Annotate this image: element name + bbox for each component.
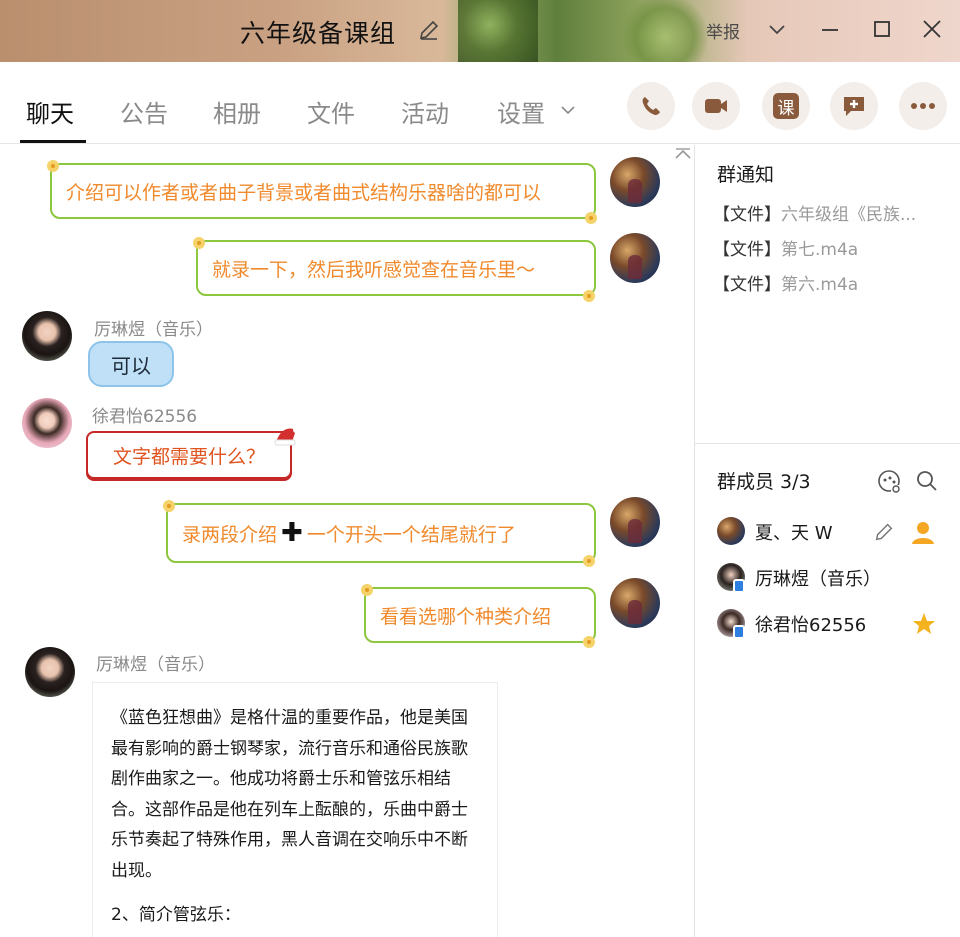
more-button[interactable] xyxy=(899,82,947,130)
member-name: 徐君怡62556 xyxy=(755,615,867,636)
flower-decoration-icon xyxy=(47,160,59,172)
tab-album[interactable]: 相册 xyxy=(213,94,261,129)
collapse-chevron-icon[interactable] xyxy=(674,148,692,160)
add-message-button[interactable] xyxy=(830,82,878,130)
member-name: 厉琳煜（音乐） xyxy=(755,569,881,590)
tab-chat[interactable]: 聊天 xyxy=(26,94,74,129)
self-avatar[interactable] xyxy=(610,233,660,283)
title-background-leaves xyxy=(620,0,710,62)
edit-title-icon[interactable] xyxy=(417,18,441,42)
tab-bar: 聊天 公告 相册 文件 活动 设置 课 xyxy=(0,62,960,144)
notice-tag: 【文件】 xyxy=(713,205,781,225)
video-camera-icon xyxy=(705,99,727,113)
member-row[interactable]: 徐君怡62556 xyxy=(715,607,955,641)
search-icon[interactable] xyxy=(915,469,939,493)
mobile-device-icon xyxy=(733,579,745,593)
flower-decoration-icon xyxy=(163,500,175,512)
self-avatar[interactable] xyxy=(610,497,660,547)
voice-call-button[interactable] xyxy=(627,82,675,130)
santa-hat-icon xyxy=(274,427,299,446)
chat-message-list[interactable]: 介绍可以作者或者曲子背景或者曲式结构乐器啥的都可以 就录一下，然后我听感觉查在音… xyxy=(0,145,694,937)
sender-avatar[interactable] xyxy=(22,311,72,361)
message-text: 看看选哪个种类介绍 xyxy=(380,605,552,628)
mobile-device-icon xyxy=(733,625,745,639)
minimize-button[interactable] xyxy=(815,14,845,44)
notice-file-name: 六年级组《民族... xyxy=(781,205,917,225)
title-background-photo xyxy=(458,0,538,62)
sender-avatar[interactable] xyxy=(22,398,72,448)
group-notice-heading[interactable]: 群通知 xyxy=(717,160,774,187)
flower-decoration-icon xyxy=(193,237,205,249)
message-bubble[interactable]: 文字都需要什么？ xyxy=(86,431,292,479)
message-paragraph: 《蓝色狂想曲》是格什温的重要作品，他是美国最有影响的爵士钢琴家，流行音乐和通俗民… xyxy=(111,708,468,881)
admin-star-icon xyxy=(913,613,935,634)
message-text: 可以 xyxy=(111,353,151,378)
flower-decoration-icon xyxy=(585,212,597,224)
notice-item[interactable]: 【文件】第七.m4a xyxy=(713,235,943,260)
message-bubble[interactable]: 看看选哪个种类介绍 xyxy=(364,587,596,643)
group-owner-icon xyxy=(912,522,934,544)
flower-decoration-icon xyxy=(583,636,595,648)
class-button[interactable]: 课 xyxy=(762,82,810,130)
chat-plus-icon xyxy=(844,97,864,116)
sender-name: 厉琳煜（音乐） xyxy=(94,320,213,340)
tab-files[interactable]: 文件 xyxy=(307,94,355,129)
long-text-message-card[interactable]: 《蓝色狂想曲》是格什温的重要作品，他是美国最有影响的爵士钢琴家，流行音乐和通俗民… xyxy=(92,682,498,937)
section-divider xyxy=(695,443,960,444)
message-bubble[interactable]: 可以 xyxy=(88,341,174,387)
flower-decoration-icon xyxy=(583,555,595,567)
member-avatar xyxy=(717,517,745,545)
edit-icon[interactable] xyxy=(873,521,895,543)
message-bubble[interactable]: 录两段介绍 ✚ 一个开头一个结尾就行了 xyxy=(166,503,596,563)
active-tab-indicator xyxy=(20,140,86,143)
sender-name: 厉琳煜（音乐） xyxy=(96,655,215,675)
sender-name: 徐君怡62556 xyxy=(92,407,198,427)
message-text: 就录一下，然后我听感觉查在音乐里～ xyxy=(212,258,536,281)
flower-decoration-icon xyxy=(361,584,373,596)
self-avatar[interactable] xyxy=(610,157,660,207)
message-bubble[interactable]: 就录一下，然后我听感觉查在音乐里～ xyxy=(196,240,596,296)
group-side-panel: 群通知 【文件】六年级组《民族... 【文件】第七.m4a 【文件】第六.m4a… xyxy=(695,145,960,937)
member-settings-icon[interactable] xyxy=(877,469,903,495)
message-text: 一个开头一个结尾就行了 xyxy=(306,523,516,546)
plus-emoji-icon: ✚ xyxy=(281,518,303,548)
class-icon: 课 xyxy=(773,93,799,119)
message-text: 介绍可以作者或者曲子背景或者曲式结构乐器啥的都可以 xyxy=(66,181,542,204)
title-bar: 六年级备课组 举报 xyxy=(0,0,960,62)
member-row[interactable]: 厉琳煜（音乐） xyxy=(715,561,955,595)
chevron-down-icon[interactable] xyxy=(558,100,578,120)
notice-item[interactable]: 【文件】第六.m4a xyxy=(713,270,943,295)
notice-item[interactable]: 【文件】六年级组《民族... xyxy=(713,200,943,225)
tab-announcements[interactable]: 公告 xyxy=(120,94,168,129)
message-text: 录两段介绍 xyxy=(182,523,278,546)
message-paragraph: 2、简介管弦乐： xyxy=(111,905,241,925)
phone-icon xyxy=(642,97,660,115)
sender-avatar[interactable] xyxy=(25,647,75,697)
notice-tag: 【文件】 xyxy=(713,240,781,260)
more-dots-icon xyxy=(911,103,935,109)
member-name: 夏、天 W xyxy=(755,523,833,544)
flower-decoration-icon xyxy=(583,290,595,302)
video-call-button[interactable] xyxy=(692,82,740,130)
notice-file-name: 第七.m4a xyxy=(781,240,859,260)
notice-tag: 【文件】 xyxy=(713,275,781,295)
notice-file-name: 第六.m4a xyxy=(781,275,859,295)
tab-settings[interactable]: 设置 xyxy=(497,94,545,129)
close-button[interactable] xyxy=(917,14,947,44)
message-bubble[interactable]: 介绍可以作者或者曲子背景或者曲式结构乐器啥的都可以 xyxy=(50,163,596,219)
chevron-down-icon[interactable] xyxy=(766,18,788,40)
tab-activities[interactable]: 活动 xyxy=(401,94,449,129)
group-title: 六年级备课组 xyxy=(240,19,397,48)
message-text: 文字都需要什么？ xyxy=(112,445,265,468)
group-members-heading[interactable]: 群成员 3/3 xyxy=(717,467,811,494)
maximize-button[interactable] xyxy=(867,14,897,44)
member-row[interactable]: 夏、天 W xyxy=(715,515,955,549)
self-avatar[interactable] xyxy=(610,578,660,628)
report-button[interactable]: 举报 xyxy=(706,18,740,43)
